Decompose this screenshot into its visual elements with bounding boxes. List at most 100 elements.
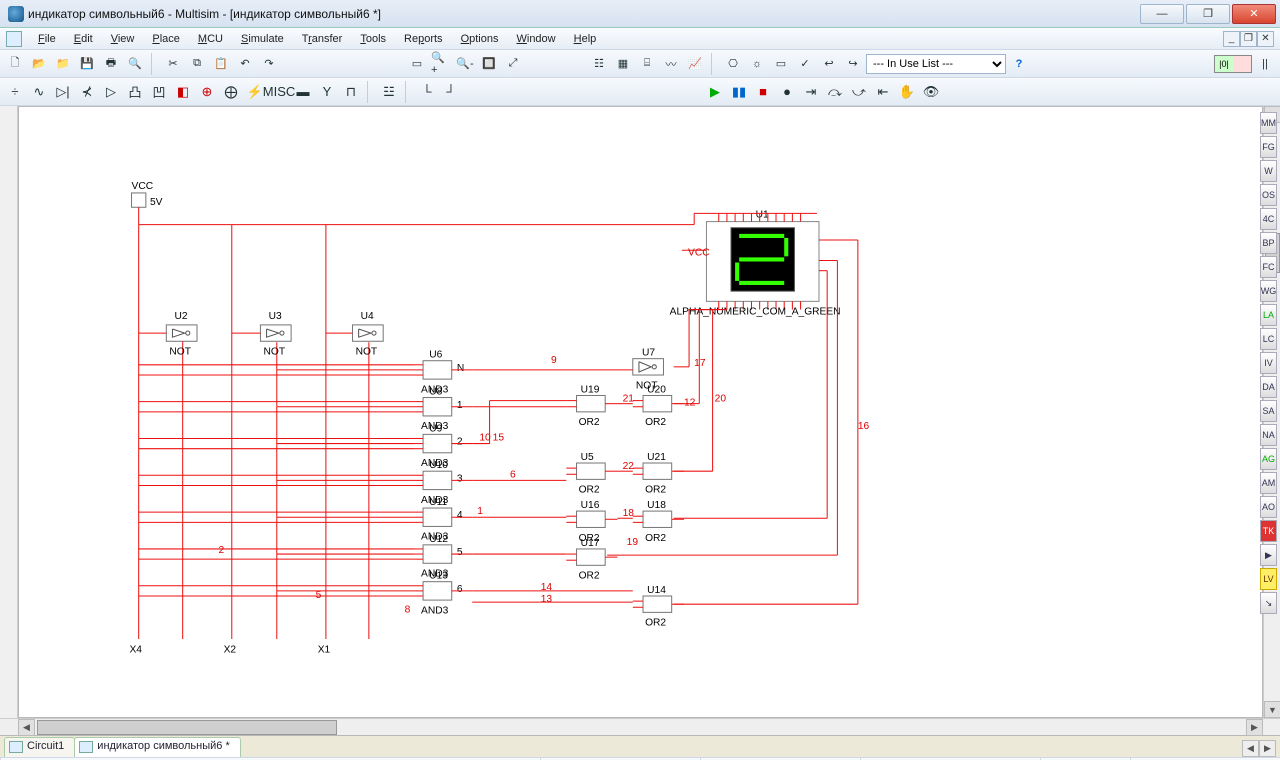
copy-button[interactable]: ⧉	[186, 53, 208, 75]
step-over-button[interactable]: ⤼	[824, 81, 846, 103]
distortion-icon[interactable]: DA	[1260, 376, 1277, 398]
current-probe-icon[interactable]: ▶	[1260, 544, 1277, 566]
save-button[interactable]: 💾	[76, 53, 98, 75]
tab-circuit1[interactable]: Circuit1	[4, 737, 75, 757]
back-annotate-button[interactable]: ↩	[818, 53, 840, 75]
stop-button[interactable]: ■	[752, 81, 774, 103]
ag-mm-icon[interactable]: AM	[1260, 472, 1277, 494]
ag-scope-icon[interactable]: AO	[1260, 496, 1277, 518]
or-gate-u5[interactable]: U5OR2	[566, 452, 617, 496]
or-gate-u19[interactable]: U19OR2	[566, 384, 617, 428]
or-gate-u17[interactable]: U17OR2	[566, 538, 617, 582]
elec-rules-button[interactable]: ✓	[794, 53, 816, 75]
new-button[interactable]: 🗋	[4, 53, 26, 75]
network-icon[interactable]: NA	[1260, 424, 1277, 446]
spectrum-icon[interactable]: SA	[1260, 400, 1277, 422]
postproc-button[interactable]: 📈	[684, 53, 706, 75]
menu-place[interactable]: Place	[144, 31, 188, 47]
scroll-left-arrow[interactable]: ◀	[18, 719, 35, 736]
menu-tools[interactable]: Tools	[352, 31, 394, 47]
menu-transfer[interactable]: Transfer	[294, 31, 351, 47]
ag-gen-icon[interactable]: AG	[1260, 448, 1277, 470]
multimeter-icon[interactable]: MM	[1260, 112, 1277, 134]
print-preview-button[interactable]: 🔍	[124, 53, 146, 75]
and-gate-u6[interactable]: U6NAND3	[415, 350, 472, 396]
menu-help[interactable]: Help	[566, 31, 605, 47]
scrollbar-horizontal[interactable]: ◀ ▶	[18, 719, 1263, 735]
logic-analyzer-icon[interactable]: LA	[1260, 304, 1277, 326]
or-gate-u14[interactable]: U14OR2	[633, 585, 684, 629]
place-rf-button[interactable]: Y	[316, 81, 338, 103]
place-analog-button[interactable]: ▷	[100, 81, 122, 103]
hier-down-button[interactable]: ┘	[440, 81, 462, 103]
close-button[interactable]: ✕	[1232, 4, 1276, 24]
run-button[interactable]: ▶	[704, 81, 726, 103]
place-electromech-button[interactable]: ⊓	[340, 81, 362, 103]
zoom-area-button[interactable]: 🔲	[478, 53, 500, 75]
redo-button[interactable]: ↷	[258, 53, 280, 75]
place-diode-button[interactable]: ▷|	[52, 81, 74, 103]
step-into-button[interactable]: ⇥	[800, 81, 822, 103]
pause-switch-button[interactable]: ||	[1254, 53, 1276, 75]
place-basic-button[interactable]: ∿	[28, 81, 50, 103]
spreadsheet-button[interactable]: ▦	[612, 53, 634, 75]
tab-scroll-left[interactable]: ◀	[1242, 740, 1259, 757]
place-mixed-button[interactable]: ⊕	[196, 81, 218, 103]
menu-options[interactable]: Options	[453, 31, 507, 47]
not-gate-u2[interactable]: U2 NOT	[139, 311, 197, 358]
menu-mcu[interactable]: MCU	[190, 31, 231, 47]
sim-power-switch[interactable]: |0|	[1214, 55, 1252, 73]
in-use-list-select[interactable]: --- In Use List ---	[866, 54, 1006, 74]
not-gate-u4[interactable]: U4 NOT	[326, 311, 383, 358]
measurement-probe-icon[interactable]: ↘	[1260, 592, 1277, 614]
labview-icon[interactable]: LV	[1260, 568, 1277, 590]
paste-button[interactable]: 📋	[210, 53, 232, 75]
hierarchy-button[interactable]: ☷	[588, 53, 610, 75]
help-button[interactable]: ?	[1008, 53, 1030, 75]
place-misc-digital-button[interactable]: ◧	[172, 81, 194, 103]
seven-seg-display[interactable]: U1 ALPHA_NUMERIC_COM_A_GREEN VCC	[670, 209, 841, 317]
tab-scroll-right[interactable]: ▶	[1259, 740, 1276, 757]
scroll-down-arrow[interactable]: ▼	[1264, 701, 1280, 718]
maximize-button[interactable]: ❐	[1186, 4, 1230, 24]
place-ttl-button[interactable]: 凸	[124, 81, 146, 103]
grapher-button[interactable]: 〰	[660, 53, 682, 75]
not-gate-u3[interactable]: U3 NOT	[232, 311, 291, 358]
wattmeter-icon[interactable]: W	[1260, 160, 1277, 182]
menu-reports[interactable]: Reports	[396, 31, 451, 47]
mdi-restore[interactable]: ❐	[1240, 31, 1257, 47]
place-advanced-button[interactable]: ▬	[292, 81, 314, 103]
forward-annotate-button[interactable]: ↪	[842, 53, 864, 75]
vcc-symbol[interactable]	[132, 193, 146, 207]
zoom-in-button[interactable]: 🔍+	[430, 53, 452, 75]
hier-up-button[interactable]: └	[416, 81, 438, 103]
word-gen-icon[interactable]: WG	[1260, 280, 1277, 302]
open-sample-button[interactable]: 📁	[52, 53, 74, 75]
pause-button[interactable]: ▮▮	[728, 81, 750, 103]
tab-indicator[interactable]: индикатор символьный6 *	[74, 737, 240, 757]
freq-counter-icon[interactable]: FC	[1260, 256, 1277, 278]
place-cmos-button[interactable]: 凹	[148, 81, 170, 103]
print-button[interactable]: 🖶	[100, 53, 122, 75]
component-button[interactable]: ⎔	[722, 53, 744, 75]
breakpoint-button[interactable]: ✋	[896, 81, 918, 103]
menu-window[interactable]: Window	[508, 31, 563, 47]
trace-button[interactable]: 👁	[920, 81, 942, 103]
place-mcu-button[interactable]: ☳	[378, 81, 400, 103]
4ch-scope-icon[interactable]: 4C	[1260, 208, 1277, 230]
full-screen-button[interactable]: ▭	[406, 53, 428, 75]
mdi-minimize[interactable]: _	[1223, 31, 1240, 47]
place-transistor-button[interactable]: ⊀	[76, 81, 98, 103]
logic-conv-icon[interactable]: LC	[1260, 328, 1277, 350]
scroll-right-arrow[interactable]: ▶	[1246, 719, 1263, 736]
database-button[interactable]: ⌸	[636, 53, 658, 75]
undo-button[interactable]: ↶	[234, 53, 256, 75]
oscilloscope-icon[interactable]: OS	[1260, 184, 1277, 206]
zoom-fit-button[interactable]: ⤢	[502, 53, 524, 75]
tek-scope-icon[interactable]: TK	[1260, 520, 1277, 542]
analysis-button[interactable]: ☼	[746, 53, 768, 75]
place-source-button[interactable]: ÷	[4, 81, 26, 103]
bode-icon[interactable]: BP	[1260, 232, 1277, 254]
place-misc-button[interactable]: MISC	[268, 81, 290, 103]
minimize-button[interactable]: —	[1140, 4, 1184, 24]
